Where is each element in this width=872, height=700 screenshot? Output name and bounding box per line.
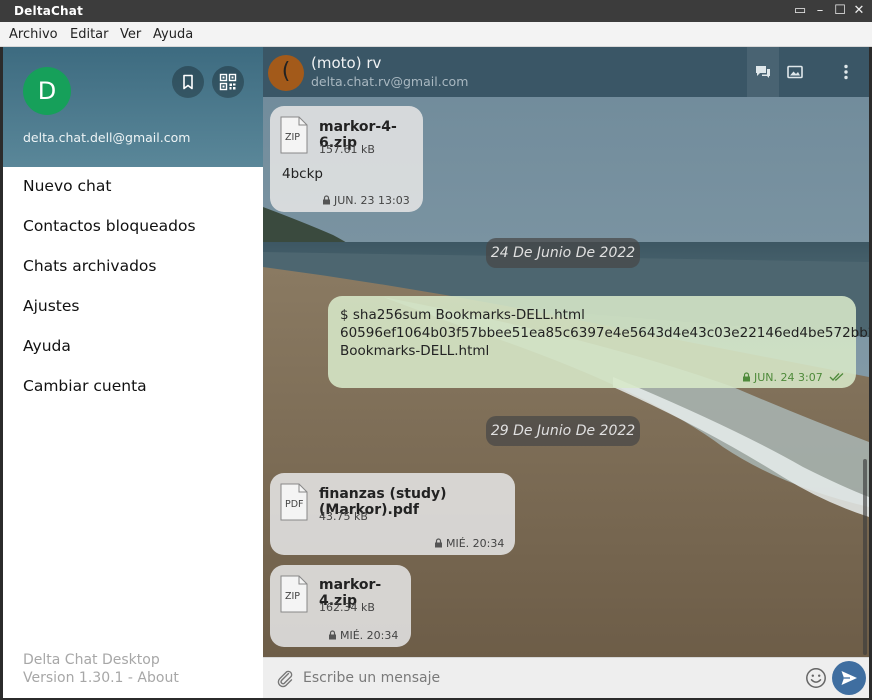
restore-icon[interactable]: ▭	[792, 3, 808, 19]
message-bubble[interactable]: ZIP markor-4.zip 162.34 kB MIÉ. 20:34	[270, 565, 411, 647]
file-size: 162.34 kB	[319, 601, 375, 614]
message-input[interactable]	[303, 667, 793, 689]
kebab-menu-icon	[844, 64, 848, 80]
send-button[interactable]	[832, 661, 866, 695]
qr-code-icon	[219, 73, 237, 91]
window-title: DeltaChat	[14, 4, 84, 18]
message-meta: JUN. 23 13:03	[322, 194, 410, 207]
message-line: $ sha256sum Bookmarks-DELL.html	[340, 307, 585, 323]
file-ext-label: ZIP	[285, 591, 301, 602]
chat-view-icon	[756, 66, 770, 78]
send-icon	[841, 671, 857, 685]
file-ext-label: PDF	[285, 499, 304, 510]
contact-email: delta.chat.rv@gmail.com	[311, 74, 469, 89]
message-composer	[263, 657, 869, 698]
message-bubble[interactable]: ZIP markor-4-6.zip 157.61 kB 4bckp JUN. …	[270, 106, 423, 212]
window-frame-left	[0, 47, 3, 700]
menu-ver[interactable]: Ver	[120, 27, 141, 42]
message-time: MIÉ. 20:34	[446, 537, 505, 550]
lock-icon	[329, 630, 336, 640]
contact-avatar[interactable]: (	[268, 55, 304, 91]
minimize-icon[interactable]: –	[812, 3, 828, 19]
menu-item-help[interactable]: Ayuda	[23, 337, 71, 355]
message-list-scrollbar[interactable]	[863, 459, 867, 655]
message-time: JUN. 23 13:03	[334, 194, 410, 207]
lock-icon	[743, 372, 750, 382]
message-text: 4bckp	[282, 166, 323, 182]
message-time: MIÉ. 20:34	[340, 629, 399, 642]
chat-panel: ( (moto) rv delta.chat.rv@gmail.com ZIP …	[263, 47, 869, 698]
saved-messages-button[interactable]	[172, 66, 204, 98]
message-line: Bookmarks-DELL.html	[340, 343, 490, 359]
saved-messages-icon	[183, 74, 193, 90]
read-checkmarks-icon	[829, 373, 844, 381]
message-meta: MIÉ. 20:34	[328, 629, 398, 642]
account-header: D delta.chat.dell@gmail.com	[3, 47, 263, 167]
account-email: delta.chat.dell@gmail.com	[23, 130, 191, 145]
qr-code-button[interactable]	[212, 66, 244, 98]
maximize-icon[interactable]: ☐	[832, 3, 848, 19]
menu-bar: Archivo Editar Ver Ayuda	[0, 22, 872, 47]
account-avatar[interactable]: D	[23, 67, 71, 115]
contact-name[interactable]: (moto) rv	[311, 54, 381, 72]
file-size: 43.75 kB	[319, 510, 368, 523]
gallery-icon	[787, 65, 803, 79]
lock-icon	[323, 195, 330, 205]
menu-item-blocked-contacts[interactable]: Contactos bloqueados	[23, 217, 196, 235]
message-time: JUN. 24 3:07	[754, 371, 823, 384]
menu-ayuda[interactable]: Ayuda	[153, 27, 193, 42]
menu-item-settings[interactable]: Ajustes	[23, 297, 80, 315]
menu-item-archived-chats[interactable]: Chats archivados	[23, 257, 156, 275]
menu-archivo[interactable]: Archivo	[9, 27, 58, 42]
file-size: 157.61 kB	[319, 143, 375, 156]
gallery-button[interactable]	[779, 47, 811, 97]
message-line: 60596ef1064b03f57bbee51ea85c6397e4e5643d…	[340, 325, 869, 341]
file-ext-label: ZIP	[285, 132, 301, 143]
app-version-about[interactable]: Version 1.30.1 - About	[23, 670, 179, 686]
chat-menu-button[interactable]	[830, 47, 862, 97]
message-bubble-outgoing[interactable]: $ sha256sum Bookmarks-DELL.html 60596ef1…	[328, 296, 869, 388]
lock-icon	[435, 538, 442, 548]
date-divider: 24 De Junio De 2022	[486, 238, 640, 268]
app-name: Delta Chat Desktop	[23, 652, 160, 668]
menu-item-switch-account[interactable]: Cambiar cuenta	[23, 377, 147, 395]
menu-item-new-chat[interactable]: Nuevo chat	[23, 177, 111, 195]
chat-header: ( (moto) rv delta.chat.rv@gmail.com	[263, 47, 869, 97]
message-meta: MIÉ. 20:34	[434, 537, 504, 550]
message-bubble[interactable]: PDF finanzas (study) (Markor).pdf 43.75 …	[270, 473, 515, 555]
attach-icon[interactable]	[275, 668, 295, 688]
chat-view-button[interactable]	[747, 47, 779, 97]
message-meta: JUN. 24 3:07	[742, 371, 845, 384]
emoji-icon[interactable]	[805, 667, 827, 689]
close-icon[interactable]: ✕	[851, 3, 867, 19]
date-divider: 29 De Junio De 2022	[486, 416, 640, 446]
window-titlebar: DeltaChat ▭ – ☐ ✕	[0, 0, 872, 22]
menu-editar[interactable]: Editar	[70, 27, 109, 42]
sidebar: D delta.chat.dell@gmail.com Nuevo chat C…	[3, 47, 263, 698]
